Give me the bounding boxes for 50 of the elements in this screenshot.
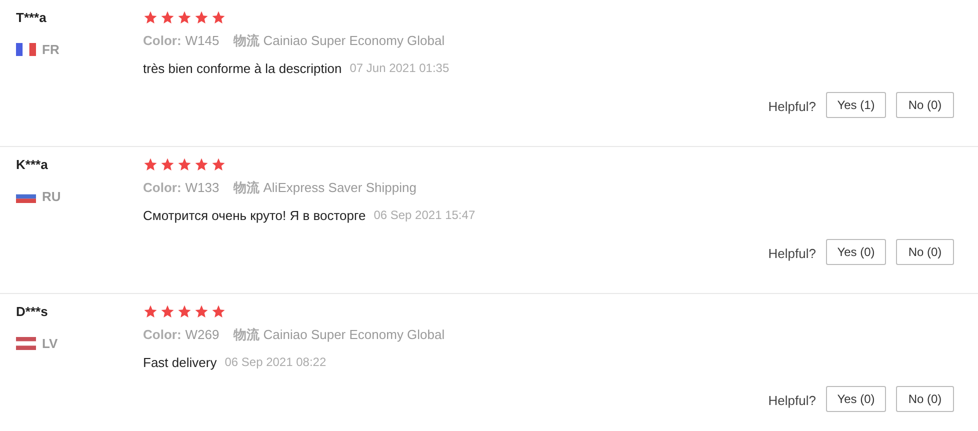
reviewer-name: T***a (16, 9, 46, 27)
no-button[interactable]: No (0) (896, 92, 954, 118)
star-icon (143, 157, 158, 172)
review-date: 06 Sep 2021 08:22 (224, 354, 326, 372)
shipping-label: 物流 (233, 326, 260, 344)
helpful-label: Helpful? (768, 392, 816, 410)
country-code: RU (42, 188, 61, 206)
color-value: W145 (185, 32, 220, 50)
color-label: Color: (143, 326, 182, 344)
color-value: W269 (185, 326, 220, 344)
color-value: W133 (185, 179, 220, 197)
yes-button[interactable]: Yes (1) (826, 92, 886, 118)
reviewer-name: D***s (16, 303, 48, 321)
review-text: Смотрится очень круто! Я в восторге (143, 206, 366, 225)
shipping-value: Cainiao Super Economy Global (263, 32, 445, 50)
helpful-label: Helpful? (768, 245, 816, 264)
star-icon (194, 304, 209, 319)
shipping-label: 物流 (233, 32, 260, 50)
yes-button[interactable]: Yes (0) (826, 386, 886, 412)
no-button[interactable]: No (0) (896, 386, 954, 412)
star-icon (177, 157, 192, 172)
shipping-label: 物流 (233, 179, 260, 197)
star-icon (177, 10, 192, 25)
star-icon (160, 10, 175, 25)
country-code: LV (42, 334, 58, 352)
shipping-value: Cainiao Super Economy Global (263, 326, 445, 344)
no-button[interactable]: No (0) (896, 239, 954, 265)
star-icon (211, 10, 226, 25)
star-icon (194, 10, 209, 25)
star-icon (143, 10, 158, 25)
star-icon (143, 304, 158, 319)
flag-icon (16, 42, 36, 56)
shipping-value: AliExpress Saver Shipping (263, 179, 416, 197)
color-label: Color: (143, 179, 182, 197)
review-date: 06 Sep 2021 15:47 (374, 207, 476, 224)
star-icon (194, 157, 209, 172)
review-text: très bien conforme à la description (143, 60, 342, 78)
review-date: 07 Jun 2021 01:35 (350, 60, 450, 78)
helpful-label: Helpful? (768, 98, 816, 116)
star-icon (160, 304, 175, 319)
star-icon (160, 157, 175, 172)
reviewer-name: K***a (16, 156, 48, 174)
color-label: Color: (143, 32, 182, 50)
review-text: Fast delivery (143, 354, 217, 372)
star-icon (211, 157, 226, 172)
country-code: FR (42, 40, 60, 58)
star-icon (177, 304, 192, 319)
yes-button[interactable]: Yes (0) (826, 239, 886, 265)
flag-icon (16, 336, 36, 350)
star-icon (211, 304, 226, 319)
